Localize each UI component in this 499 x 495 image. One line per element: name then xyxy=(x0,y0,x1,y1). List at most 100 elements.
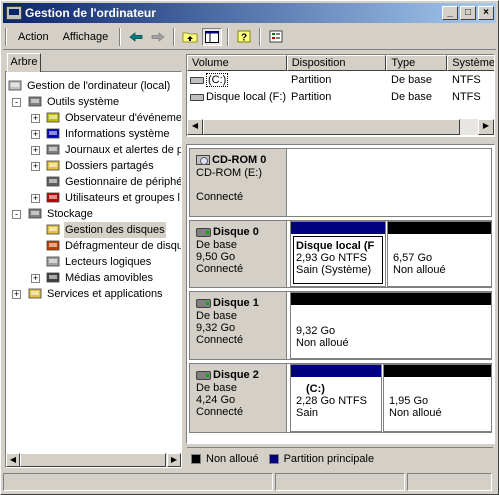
unallocated-bar xyxy=(384,365,491,377)
expand-toggle[interactable]: + xyxy=(31,114,40,123)
partition-size: 2,93 Go NTFS xyxy=(296,252,367,264)
type-cell: De base xyxy=(391,74,432,86)
tree-item-device-manager[interactable]: Gestionnaire de périphé xyxy=(6,174,181,190)
expand-toggle[interactable]: + xyxy=(31,194,40,203)
help-icon[interactable]: ? xyxy=(234,28,254,46)
tree-item-label: Gestion de l'ordinateur (local) xyxy=(27,80,171,92)
minimize-button[interactable]: _ xyxy=(442,6,458,20)
collapse-toggle[interactable]: - xyxy=(12,210,21,219)
column-header-volume[interactable]: Volume xyxy=(187,55,287,71)
tree-item-services[interactable]: + Services et applications xyxy=(6,286,181,302)
tree-item-logs[interactable]: + Journaux et alertes de p xyxy=(6,142,181,158)
close-button[interactable]: × xyxy=(478,6,494,20)
scroll-thumb[interactable] xyxy=(20,453,166,467)
menu-action[interactable]: Action xyxy=(11,31,56,43)
hard-disk-icon xyxy=(196,298,211,308)
tree-item-system-info[interactable]: + Informations système xyxy=(6,126,181,142)
partition-c[interactable]: (C:) 2,28 Go NTFS Sain xyxy=(290,364,382,432)
forward-arrow-icon[interactable] xyxy=(148,28,168,46)
up-folder-icon[interactable] xyxy=(180,28,200,46)
cdrom-icon xyxy=(196,155,210,165)
partition-title: (C:) xyxy=(306,383,325,395)
volume-cell: Disque local (F:) xyxy=(190,89,286,105)
tree-item-label: Médias amovibles xyxy=(65,272,154,284)
tree-item-event-viewer[interactable]: + Observateur d'événeme xyxy=(6,110,181,126)
partition-label: 6,57 Go Non alloué xyxy=(393,252,446,276)
scroll-right-button[interactable]: ▶ xyxy=(478,119,494,135)
list-header: Volume Disposition Type Système xyxy=(187,55,494,71)
disk-row-cdrom0[interactable]: CD-ROM 0 CD-ROM (E:) Connecté xyxy=(189,148,492,217)
column-header-system[interactable]: Système xyxy=(447,55,494,71)
tab-tree[interactable]: Arbre xyxy=(7,53,41,72)
column-header-type[interactable]: Type xyxy=(386,55,448,71)
tree-item-users[interactable]: + Utilisateurs et groupes l xyxy=(6,190,181,206)
tree-item-label: Dossiers partagés xyxy=(65,160,154,172)
show-tree-icon[interactable] xyxy=(202,27,223,46)
expand-toggle[interactable]: + xyxy=(31,274,40,283)
logical-drives-icon xyxy=(46,255,61,269)
collapse-toggle[interactable]: - xyxy=(12,98,21,107)
menu-toolbar: Action Affichage ? xyxy=(3,24,496,50)
tree-item-disk-management[interactable]: Gestion des disques xyxy=(6,222,181,238)
disk-detail xyxy=(196,179,286,191)
event-viewer-icon xyxy=(46,111,61,125)
computer-icon xyxy=(8,79,23,93)
disk-row-disk0[interactable]: Disque 0 De base 9,50 Go Connecté Disque… xyxy=(189,220,492,288)
partition-unallocated[interactable]: 9,32 Go Non alloué xyxy=(290,292,492,359)
expand-toggle[interactable]: + xyxy=(12,290,21,299)
storage-icon xyxy=(28,207,43,221)
title-bar[interactable]: Gestion de l'ordinateur _ □ × xyxy=(3,3,496,23)
menu-view[interactable]: Affichage xyxy=(56,31,116,43)
disk-detail: De base xyxy=(196,310,237,322)
maximize-button[interactable]: □ xyxy=(460,6,476,20)
scroll-left-button[interactable]: ◀ xyxy=(187,119,203,135)
disk-row-disk2[interactable]: Disque 2 De base 4,24 Go Connecté (C:) 2… xyxy=(189,363,492,433)
scroll-left-button[interactable]: ◀ xyxy=(6,453,20,467)
partition-label: (C:) 2,28 Go NTFS Sain xyxy=(296,383,367,419)
expand-toggle[interactable]: + xyxy=(31,130,40,139)
properties-icon[interactable] xyxy=(266,28,286,46)
tree-item-tools[interactable]: - Outils système xyxy=(6,94,181,110)
disk-name-text: Disque 1 xyxy=(213,297,259,309)
system-info-icon xyxy=(46,127,61,141)
tree-item-storage[interactable]: - Stockage xyxy=(6,206,181,222)
disposition-cell: Partition xyxy=(291,74,332,86)
back-arrow-icon[interactable] xyxy=(126,28,146,46)
tree-item-label: Gestionnaire de périphé xyxy=(65,176,182,188)
expand-toggle[interactable]: + xyxy=(31,162,40,171)
tree-view: Gestion de l'ordinateur (local) - Outils s… xyxy=(6,78,181,302)
legend-label: Non alloué xyxy=(206,452,259,465)
tree-item-removable-media[interactable]: + Médias amovibles xyxy=(6,270,181,286)
tree-item-computer[interactable]: Gestion de l'ordinateur (local) xyxy=(6,78,181,94)
svg-text:?: ? xyxy=(241,33,247,44)
toolbar-separator xyxy=(173,27,176,46)
column-header-disposition[interactable]: Disposition xyxy=(286,55,387,71)
disk-legend: Non alloué Partition principale xyxy=(187,447,493,469)
scroll-right-button[interactable]: ▶ xyxy=(167,453,181,467)
console-tree: Gestion de l'ordinateur (local) - Outils s… xyxy=(5,71,182,468)
tree-horizontal-scrollbar[interactable]: ◀ ▶ xyxy=(6,453,181,467)
disk-info-panel: Disque 0 De base 9,50 Go Connecté xyxy=(190,221,287,287)
volume-name: (C:) xyxy=(206,73,229,87)
disk-name: Disque 1 xyxy=(196,296,286,310)
volume-icon xyxy=(190,93,204,101)
disk-info-panel: Disque 1 De base 9,32 Go Connecté xyxy=(190,292,287,359)
volume-list-horizontal-scrollbar[interactable]: ◀ ▶ xyxy=(187,119,494,135)
partition-status: Sain (Système) xyxy=(296,264,372,276)
partition-label: 1,95 Go Non alloué xyxy=(389,395,442,419)
expand-toggle[interactable]: + xyxy=(31,146,40,155)
unallocated-bar xyxy=(291,293,491,305)
disk-row-disk1[interactable]: Disque 1 De base 9,32 Go Connecté 9,32 G… xyxy=(189,291,492,360)
disk-detail: 9,50 Go xyxy=(196,251,236,263)
tree-item-label: Observateur d'événeme xyxy=(65,112,182,124)
list-item[interactable]: Disque local (F:) Partition De base NTFS xyxy=(187,89,494,105)
partition-unallocated[interactable]: 1,95 Go Non alloué xyxy=(383,364,492,432)
tree-item-label: Défragmenteur de disqu xyxy=(65,240,182,252)
scroll-thumb[interactable] xyxy=(203,119,460,135)
partition-disque-local-f[interactable]: Disque local (F 2,93 Go NTFS Sain (Systè… xyxy=(290,221,386,287)
tree-item-defrag[interactable]: Défragmenteur de disqu xyxy=(6,238,181,254)
partition-unallocated[interactable]: 6,57 Go Non alloué xyxy=(387,221,492,287)
tree-item-shared-folder[interactable]: + Dossiers partagés xyxy=(6,158,181,174)
tree-item-logical-drives[interactable]: Lecteurs logiques xyxy=(6,254,181,270)
list-item[interactable]: (C:) Partition De base NTFS xyxy=(187,72,494,88)
